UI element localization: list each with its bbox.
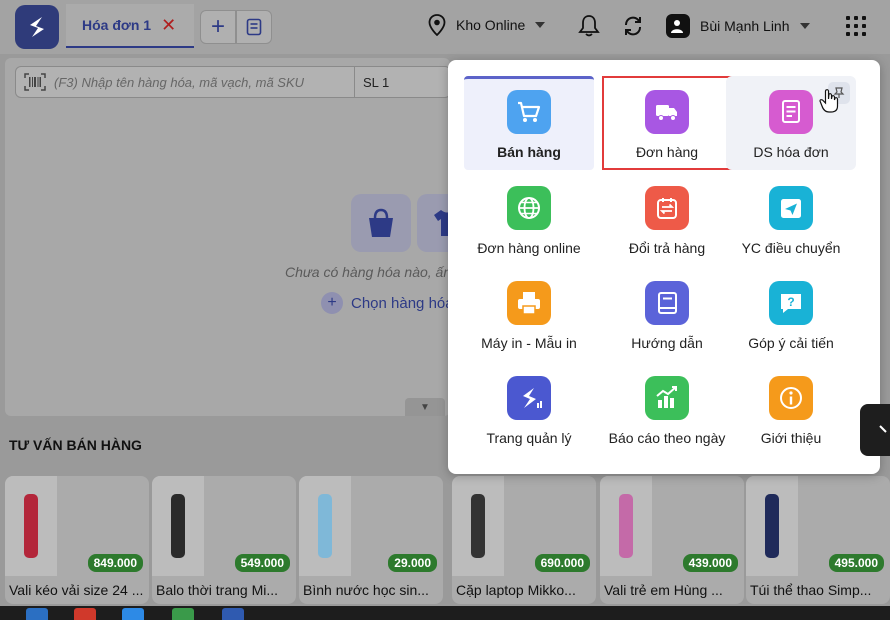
menu-item-delivery-truck[interactable]: Đơn hàng [602,76,732,170]
info-icon [769,376,813,420]
tab-invoice-1[interactable]: Hóa đơn 1 ✕ [66,4,194,48]
product-price: 29.000 [388,554,437,572]
store-selector[interactable]: Kho Online [428,14,546,36]
product-price: 549.000 [234,554,290,572]
menu-item-label: YC điều chuyển [741,240,841,256]
product-name: Cặp laptop Mikko... [456,582,576,598]
product-name: Bình nước học sin... [303,582,429,598]
management-logo-icon [507,376,551,420]
globe-icon [507,186,551,230]
apps-grid-icon[interactable] [846,16,866,36]
note-icon[interactable] [236,10,272,44]
question-chat-icon: ? [769,281,813,325]
taskbar-app-icon[interactable] [74,608,96,620]
cart-panel: (F3) Nhập tên hàng hóa, mã vạch, mã SKU … [5,58,477,416]
chevron-down-icon [535,22,546,28]
menu-item-label: Trang quản lý [486,430,572,446]
choose-product-label: Chọn hàng hóa [351,294,454,312]
product-image [152,476,204,576]
section-title: TƯ VẤN BÁN HÀNG [9,437,142,453]
printer-icon [507,281,551,325]
product-price: 849.000 [87,554,143,572]
product-image [299,476,351,576]
book-icon [645,281,689,325]
menu-item-book[interactable]: Hướng dẫn [602,267,732,361]
product-price: 690.000 [534,554,590,572]
cart-icon [507,90,551,134]
product-image [5,476,57,576]
menu-item-label: Đổi trả hàng [628,240,706,256]
product-card[interactable]: 549.000 Balo thời trang Mi... [152,476,296,604]
menu-item-label: Máy in - Mẫu in [481,335,577,351]
logo-icon[interactable] [15,5,59,49]
quantity-field[interactable]: SL 1 [354,67,450,97]
product-name: Túi thể thao Simp... [750,582,872,598]
menu-item-info[interactable]: Giới thiệu [726,362,856,456]
svg-text:?: ? [787,295,794,309]
chart-report-icon [645,376,689,420]
add-tab-button[interactable]: + [200,10,236,44]
tab-label: Hóa đơn 1 [82,17,152,33]
menu-item-label: Giới thiệu [760,430,822,446]
user-badge-icon [666,14,690,38]
product-image [452,476,504,576]
product-price: 495.000 [828,554,884,572]
product-search-box[interactable]: (F3) Nhập tên hàng hóa, mã vạch, mã SKU … [15,66,451,98]
product-card[interactable]: 690.000 Cặp laptop Mikko... [452,476,596,604]
location-icon [428,14,446,36]
sync-icon[interactable] [622,14,644,38]
menu-item-return-exchange[interactable]: Đổi trả hàng [602,172,732,266]
product-price: 439.000 [682,554,738,572]
menu-item-question-chat[interactable]: ? Góp ý cải tiến [726,267,856,361]
menu-item-printer[interactable]: Máy in - Mẫu in [464,267,594,361]
side-panel-handle[interactable] [860,404,890,456]
transfer-request-icon [769,186,813,230]
taskbar-app-icon[interactable] [222,608,244,620]
menu-item-cart[interactable]: Bán hàng [464,76,594,170]
search-input[interactable]: (F3) Nhập tên hàng hóa, mã vạch, mã SKU [46,75,354,90]
product-image [746,476,798,576]
menu-item-label: Góp ý cải tiến [748,335,834,351]
app-launcher-menu: Bán hàng Đơn hàng DS hóa đơn Đơn hàng onlin… [448,60,880,474]
menu-item-chart-report[interactable]: Báo cáo theo ngày [602,362,732,456]
taskbar [0,606,890,620]
user-menu[interactable]: Bùi Mạnh Linh [666,14,810,38]
collapse-panel-toggle[interactable]: ▼ [405,398,445,416]
close-tab-icon[interactable]: ✕ [161,16,176,34]
product-card[interactable]: 849.000 Vali kéo vải size 24 ... [5,476,149,604]
delivery-truck-icon [645,90,689,134]
barcode-icon [24,73,46,91]
menu-item-label: Đơn hàng online [477,240,581,256]
hand-cursor-icon [819,89,839,113]
menu-item-label: Báo cáo theo ngày [608,430,726,446]
menu-item-label: Hướng dẫn [631,335,703,351]
menu-item-label: DS hóa đơn [753,144,829,160]
menu-item-globe[interactable]: Đơn hàng online [464,172,594,266]
chevron-down-icon [799,23,810,29]
bell-icon[interactable] [578,14,600,38]
product-card[interactable]: 29.000 Bình nước học sin... [299,476,443,604]
return-exchange-icon [645,186,689,230]
product-card[interactable]: 439.000 Vali trẻ em Hùng ... [600,476,744,604]
shopping-bag-icon [351,194,411,252]
product-name: Balo thời trang Mi... [156,582,279,598]
taskbar-app-icon[interactable] [172,608,194,620]
menu-item-label: Bán hàng [497,144,561,160]
plus-circle-icon: + [321,292,343,314]
taskbar-app-icon[interactable] [122,608,144,620]
choose-product-link[interactable]: + Chọn hàng hóa [321,292,454,314]
product-name: Vali kéo vải size 24 ... [9,582,144,598]
menu-item-transfer-request[interactable]: YC điều chuyển [726,172,856,266]
taskbar-app-icon[interactable] [26,608,48,620]
top-bar: Hóa đơn 1 ✕ + Kho Online Bùi Mạnh Linh [0,0,890,54]
product-card[interactable]: 495.000 Túi thể thao Simp... [746,476,890,604]
product-image [600,476,652,576]
empty-cart-message: Chưa có hàng hóa nào, ấn [285,264,452,280]
menu-item-label: Đơn hàng [635,144,699,160]
product-name: Vali trẻ em Hùng ... [604,582,723,598]
store-name: Kho Online [456,17,526,33]
menu-item-management-logo[interactable]: Trang quản lý [464,362,594,456]
invoice-list-icon [769,90,813,134]
user-name: Bùi Mạnh Linh [700,18,790,34]
